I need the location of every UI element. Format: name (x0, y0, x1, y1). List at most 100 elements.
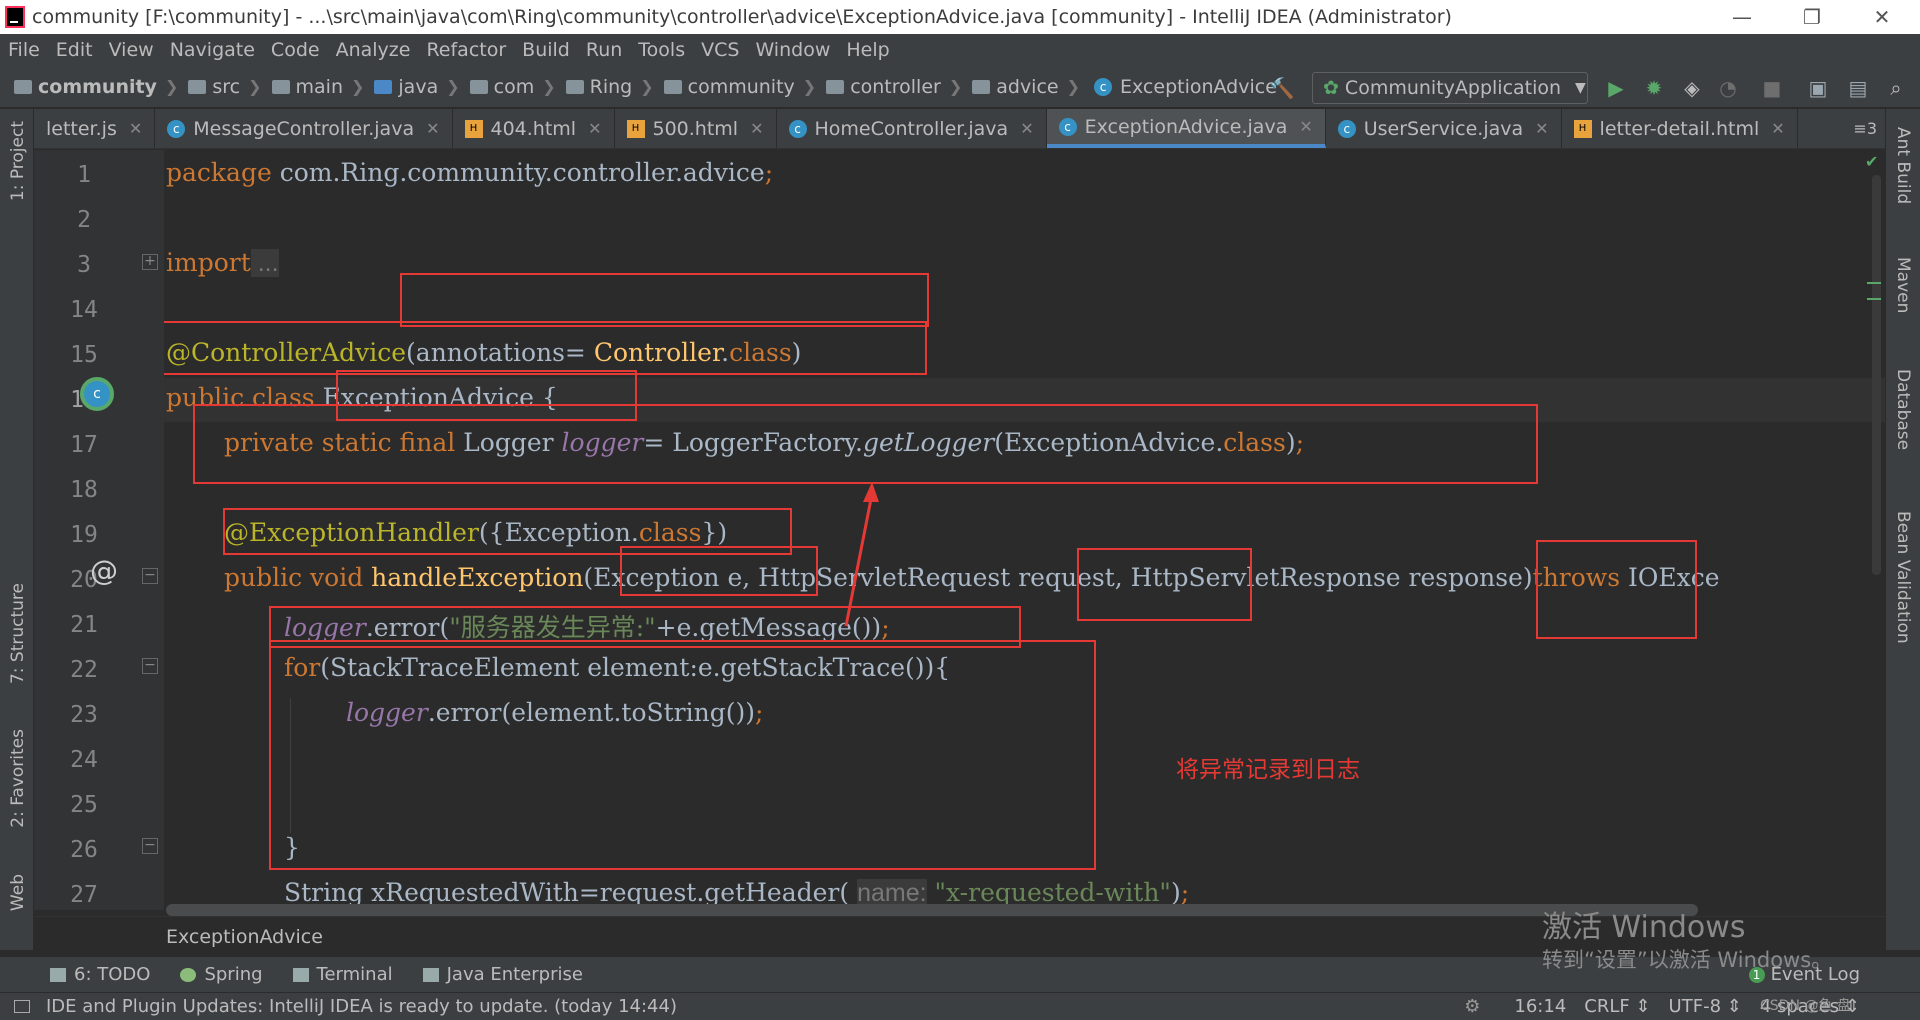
breadcrumb-java[interactable]: java (398, 76, 438, 98)
menu-vcs[interactable]: VCS (693, 39, 747, 61)
tab-500-html[interactable]: H 500.html ✕ (615, 109, 777, 148)
red-markup-box (164, 321, 927, 375)
html-icon: H (1573, 119, 1592, 138)
breadcrumb-community[interactable]: community (688, 76, 795, 98)
web-tool-button[interactable]: Web (8, 874, 28, 911)
vertical-scrollbar[interactable] (1872, 175, 1881, 575)
tab-exception-advice[interactable]: c ExceptionAdvice.java ✕ (1046, 109, 1326, 148)
close-button[interactable]: ✕ (1852, 0, 1912, 34)
structure-tool-button[interactable]: 7: Structure (8, 583, 28, 684)
breadcrumb-project[interactable]: community (38, 76, 157, 98)
menu-edit[interactable]: Edit (48, 39, 101, 61)
line-number: 19 (70, 522, 98, 548)
tab-label: UserService.java (1363, 117, 1524, 140)
line-separator[interactable]: CRLF ⇕ (1584, 996, 1650, 1017)
menu-help[interactable]: Help (838, 39, 897, 61)
tab-home-controller[interactable]: c HomeController.java ✕ (777, 109, 1047, 148)
maven-tool-button[interactable]: Maven (1893, 257, 1913, 313)
menu-window[interactable]: Window (747, 39, 838, 61)
breadcrumb-ring[interactable]: Ring (590, 76, 633, 98)
breadcrumb-main[interactable]: main (296, 76, 343, 98)
project-structure-icon[interactable]: ▣ (1806, 76, 1830, 100)
tab-label: 500.html (652, 117, 739, 140)
build-hammer-icon[interactable]: 🔨 (1270, 76, 1295, 100)
layout-icon[interactable]: ▤ (1846, 76, 1870, 100)
bean-validation-tool-button[interactable]: Bean Validation (1893, 511, 1913, 644)
run-icon[interactable]: ▶ (1604, 76, 1628, 100)
tab-404-html[interactable]: H 404.html ✕ (453, 109, 615, 148)
close-icon[interactable]: ✕ (129, 119, 142, 138)
close-icon[interactable]: ✕ (426, 119, 439, 138)
menu-tools[interactable]: Tools (630, 39, 693, 61)
folder-icon (14, 79, 32, 94)
run-configuration-label: CommunityApplication (1344, 77, 1562, 99)
red-markup-box (193, 404, 1538, 484)
line-number: 14 (70, 297, 98, 323)
class-icon: c (1094, 77, 1113, 96)
html-icon: H (464, 119, 483, 138)
caret-position[interactable]: 16:14 (1514, 996, 1566, 1017)
tab-user-service[interactable]: c UserService.java ✕ (1326, 109, 1562, 148)
tab-message-controller[interactable]: c MessageController.java ✕ (155, 109, 453, 148)
navigation-bar: community ❯ src ❯ main ❯ java ❯ com ❯ Ring ❯ c… (0, 66, 1920, 108)
stop-icon[interactable]: ■ (1760, 76, 1784, 100)
menu-view[interactable]: View (101, 39, 162, 61)
project-tool-button[interactable]: 1: Project (8, 121, 28, 201)
file-encoding[interactable]: UTF-8 ⇕ (1669, 996, 1742, 1017)
database-tool-button[interactable]: Database (1893, 369, 1913, 450)
red-markup-box (620, 546, 818, 596)
inspection-ok-icon: ✔ (1865, 152, 1879, 171)
spring-bean-icon[interactable]: c (80, 377, 114, 411)
minimize-button[interactable]: — (1712, 0, 1772, 34)
spring-tool-button[interactable]: Spring (180, 964, 263, 985)
menu-code[interactable]: Code (263, 39, 328, 61)
menu-analyze[interactable]: Analyze (328, 39, 419, 61)
fold-collapse-icon[interactable]: − (142, 838, 158, 854)
fold-expand-icon[interactable]: + (142, 254, 158, 270)
debug-icon[interactable]: ✹ (1642, 76, 1666, 100)
profile-icon[interactable]: ◔ (1716, 76, 1740, 100)
status-message[interactable]: IDE and Plugin Updates: IntelliJ IDEA is… (46, 996, 677, 1017)
run-configuration-select[interactable]: ✿ CommunityApplication ▼ (1312, 72, 1588, 104)
breadcrumb-controller[interactable]: controller (850, 76, 941, 98)
search-icon[interactable]: ⌕ (1884, 76, 1908, 100)
menu-navigate[interactable]: Navigate (162, 39, 263, 61)
close-icon[interactable]: ✕ (1535, 119, 1548, 138)
breadcrumb-file[interactable]: ExceptionAdvice (1120, 76, 1277, 98)
breadcrumb-src[interactable]: src (212, 76, 240, 98)
menu-run[interactable]: Run (578, 39, 630, 61)
restore-button[interactable]: ❐ (1782, 0, 1842, 34)
java-enterprise-tool-button[interactable]: Java Enterprise (422, 964, 583, 985)
chevron-right-icon: ❯ (446, 77, 460, 96)
red-markup-box (1536, 540, 1697, 639)
coverage-icon[interactable]: ◈ (1680, 76, 1704, 100)
code-editor[interactable]: package com.Ring.community.controller.ad… (164, 150, 1885, 910)
tool-label: Java Enterprise (446, 964, 583, 985)
tabs-overflow-button[interactable]: ≡3 (1841, 109, 1885, 148)
toggle-tool-windows-icon[interactable] (14, 1000, 30, 1013)
fold-collapse-icon[interactable]: − (142, 658, 158, 674)
breadcrumb-com[interactable]: com (494, 76, 535, 98)
line-number: 27 (70, 882, 98, 908)
breadcrumb-advice[interactable]: advice (996, 76, 1058, 98)
close-icon[interactable]: ✕ (1020, 119, 1033, 138)
tab-letter-detail-html[interactable]: Hletter-detail.html ✕ (1562, 109, 1798, 148)
tab-letter-js[interactable]: letter.js ✕ (34, 109, 156, 148)
menu-file[interactable]: File (0, 39, 48, 61)
menu-refactor[interactable]: Refactor (418, 39, 514, 61)
close-icon[interactable]: ✕ (588, 119, 601, 138)
favorites-tool-button[interactable]: 2: Favorites (8, 729, 28, 828)
horizontal-scrollbar[interactable] (166, 904, 1698, 916)
fold-collapse-icon[interactable]: − (142, 568, 158, 584)
line-number: 24 (70, 747, 98, 773)
settings-gear-icon[interactable]: ⚙ (1464, 996, 1480, 1017)
menu-build[interactable]: Build (514, 39, 578, 61)
ant-build-tool-button[interactable]: Ant Build (1893, 127, 1913, 204)
class-icon: c (167, 119, 186, 138)
close-icon[interactable]: ✕ (1771, 119, 1784, 138)
at-annotation-icon[interactable]: @ (90, 554, 118, 587)
close-icon[interactable]: ✕ (1299, 117, 1312, 136)
close-icon[interactable]: ✕ (750, 119, 763, 138)
todo-tool-button[interactable]: 6: TODO (50, 964, 150, 985)
terminal-tool-button[interactable]: Terminal (292, 964, 393, 985)
